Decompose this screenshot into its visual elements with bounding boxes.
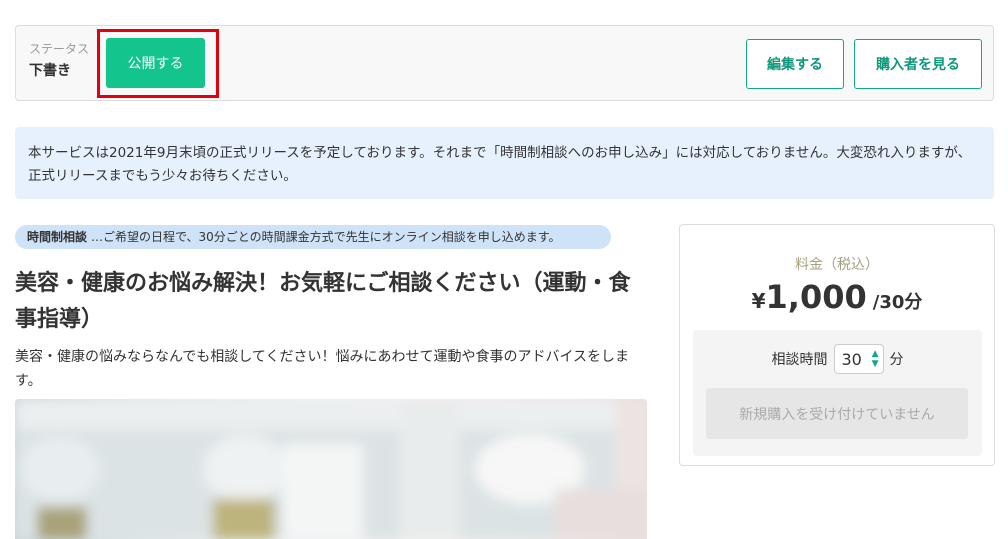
blurred-photo [15,399,647,539]
service-type-badge: 時間制相談 …ご希望の日程で、30分ごとの時間課金方式で先生にオンライン相談を申し… [15,225,611,249]
duration-unit: 分 [889,352,904,368]
listing-image [15,399,647,539]
edit-button[interactable]: 編集する [746,39,844,89]
view-buyers-button[interactable]: 購入者を見る [854,39,982,89]
price-unit: /30分 [872,292,923,313]
duration-label: 相談時間 [771,352,828,368]
service-type-description: …ご希望の日程で、30分ごとの時間課金方式で先生にオンライン相談を申し込めます。 [91,230,561,244]
price-amount: 1,000 [765,278,867,316]
release-notice: 本サービスは2021年9月末頃の正式リリースを予定しております。それまで「時間制… [15,127,994,199]
price-label: 料金（税込） [795,257,879,273]
publish-button[interactable]: 公開する [106,38,205,88]
duration-value: 30 [841,349,862,369]
currency-symbol: ¥ [751,289,766,313]
status-label: ステータス [29,42,90,56]
status-bar: ステータス 下書き 公開する 編集する 購入者を見る [15,25,994,101]
status-value: 下書き [29,63,71,79]
purchase-closed-button: 新規購入を受け付けていません [706,388,968,439]
price-card: 料金（税込） ¥1,000/30分 相談時間 30 ▲ ▼ 分 新規購入を受け付け… [679,224,995,466]
consult-panel: 相談時間 30 ▲ ▼ 分 新規購入を受け付けていません [693,330,982,456]
duration-stepper[interactable]: 30 ▲ ▼ [833,344,884,374]
duration-row: 相談時間 30 ▲ ▼ 分 [693,344,982,374]
service-type-label: 時間制相談 [27,230,88,244]
listing-description: 美容・健康の悩みならなんでも相談してください！悩みにあわせて運動や食事のアドバイ… [15,349,630,389]
price: ¥1,000/30分 [680,278,994,316]
listing-title: 美容・健康のお悩み解決！お気軽にご相談ください（運動・食事指導） [15,271,631,332]
up-down-arrows-icon[interactable]: ▲ ▼ [872,349,879,369]
